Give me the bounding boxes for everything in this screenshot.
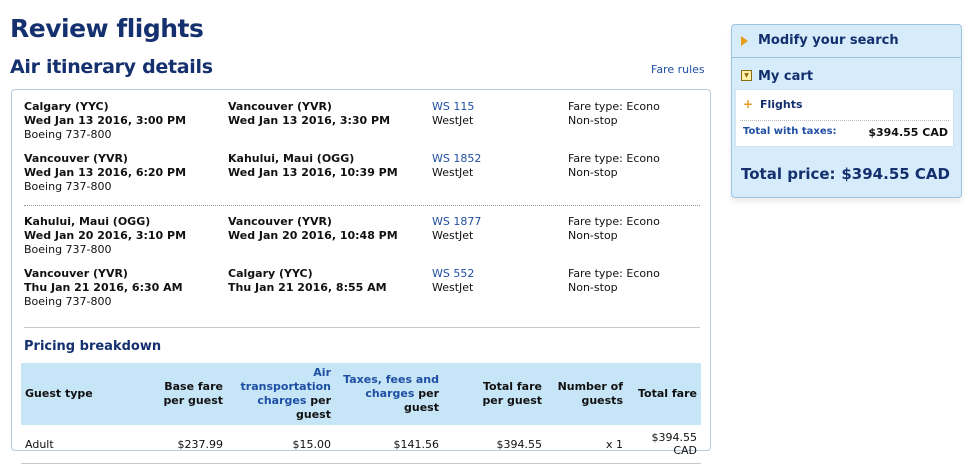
arrival-time: Wed Jan 13 2016, 3:30 PM	[228, 114, 391, 127]
col-guest-type: Guest type	[21, 363, 124, 425]
col-base-fare: Base fare per guest	[124, 363, 227, 425]
airline: WestJet	[432, 166, 474, 179]
base-fare-cell: $237.99	[124, 425, 227, 464]
collapse-toggle-icon[interactable]: ▼	[741, 70, 752, 81]
cart-divider	[740, 120, 949, 121]
arrival-time: Thu Jan 21 2016, 8:55 AM	[228, 281, 387, 294]
departure-time: Thu Jan 21 2016, 6:30 AM	[24, 281, 183, 294]
departure-time: Wed Jan 20 2016, 3:10 PM	[24, 229, 187, 242]
col-num-guests: Number of guests	[546, 363, 627, 425]
cart-contents: + Flights Total with taxes: $394.55 CAD	[735, 89, 954, 147]
total-per-guest-cell: $394.55	[443, 425, 546, 464]
stops: Non-stop	[568, 281, 618, 294]
col-total-fare: Total fare	[627, 363, 701, 425]
guest-type-cell: Adult	[21, 425, 124, 464]
arrow-right-icon	[741, 36, 748, 46]
departure-airport: Kahului, Maui (OGG)	[24, 215, 151, 228]
departure-airport: Vancouver (YVR)	[24, 152, 128, 165]
total-with-taxes-label: Total with taxes:	[743, 126, 837, 137]
fare-type: Fare type: Econo	[568, 215, 660, 228]
arrival-time: Wed Jan 20 2016, 10:48 PM	[228, 229, 398, 242]
aircraft: Boeing 737-800	[24, 180, 112, 193]
cart-flights-item[interactable]: Flights	[760, 98, 803, 111]
modify-search-button[interactable]: Modify your search	[732, 25, 961, 58]
fare-rules-link[interactable]: Fare rules	[651, 63, 705, 76]
plus-icon[interactable]: +	[743, 97, 753, 111]
total-fare-cell: $394.55 CAD	[627, 425, 701, 464]
aircraft: Boeing 737-800	[24, 128, 112, 141]
arrival-time: Wed Jan 13 2016, 10:39 PM	[228, 166, 398, 179]
col-taxes: Taxes, fees and charges per guest	[335, 363, 443, 425]
taxes-cell: $141.56	[335, 425, 443, 464]
flight-number-link[interactable]: WS 552	[432, 267, 474, 281]
aircraft: Boeing 737-800	[24, 295, 112, 308]
num-guests-cell: x 1	[546, 425, 627, 464]
col-air-transport: Air transportation charges per guest	[227, 363, 335, 425]
fare-type: Fare type: Econo	[568, 267, 660, 280]
total-with-taxes-value: $394.55 CAD	[868, 126, 948, 139]
arrival-airport: Calgary (YYC)	[228, 267, 313, 280]
flight-number-link[interactable]: WS 1852	[432, 152, 481, 166]
pricing-table: Guest type Base fare per guest Air transp…	[21, 363, 701, 464]
cart-sidebar: Modify your search ▼ My cart + Flights T…	[731, 24, 962, 198]
table-row: Adult $237.99 $15.00 $141.56 $394.55 x 1…	[21, 425, 701, 464]
my-cart-title: My cart	[758, 69, 814, 84]
section-title: Air itinerary details	[10, 56, 213, 78]
stops: Non-stop	[568, 229, 618, 242]
pricing-breakdown-title: Pricing breakdown	[24, 339, 162, 354]
airline: WestJet	[432, 281, 474, 294]
modify-search-label: Modify your search	[758, 33, 899, 48]
air-transport-cell: $15.00	[227, 425, 335, 464]
total-price-label: Total price:	[741, 165, 836, 183]
airline: WestJet	[432, 229, 474, 242]
departure-airport: Calgary (YYC)	[24, 100, 109, 113]
fare-type: Fare type: Econo	[568, 100, 660, 113]
departure-airport: Vancouver (YVR)	[24, 267, 128, 280]
segment-divider	[24, 205, 700, 206]
departure-time: Wed Jan 13 2016, 6:20 PM	[24, 166, 187, 179]
stops: Non-stop	[568, 166, 618, 179]
itinerary-panel: Calgary (YYC) Wed Jan 13 2016, 3:00 PM B…	[11, 89, 711, 464]
total-price-value: $394.55 CAD	[841, 165, 950, 183]
section-divider	[24, 327, 700, 328]
flight-number-link[interactable]: WS 1877	[432, 215, 481, 229]
page-title: Review flights	[10, 14, 204, 43]
stops: Non-stop	[568, 114, 618, 127]
flight-number-link[interactable]: WS 115	[432, 100, 474, 114]
arrival-airport: Kahului, Maui (OGG)	[228, 152, 355, 165]
arrival-airport: Vancouver (YVR)	[228, 100, 332, 113]
aircraft: Boeing 737-800	[24, 243, 112, 256]
arrival-airport: Vancouver (YVR)	[228, 215, 332, 228]
airline: WestJet	[432, 114, 474, 127]
fare-type: Fare type: Econo	[568, 152, 660, 165]
col-total-per-guest: Total fare per guest	[443, 363, 546, 425]
departure-time: Wed Jan 13 2016, 3:00 PM	[24, 114, 187, 127]
